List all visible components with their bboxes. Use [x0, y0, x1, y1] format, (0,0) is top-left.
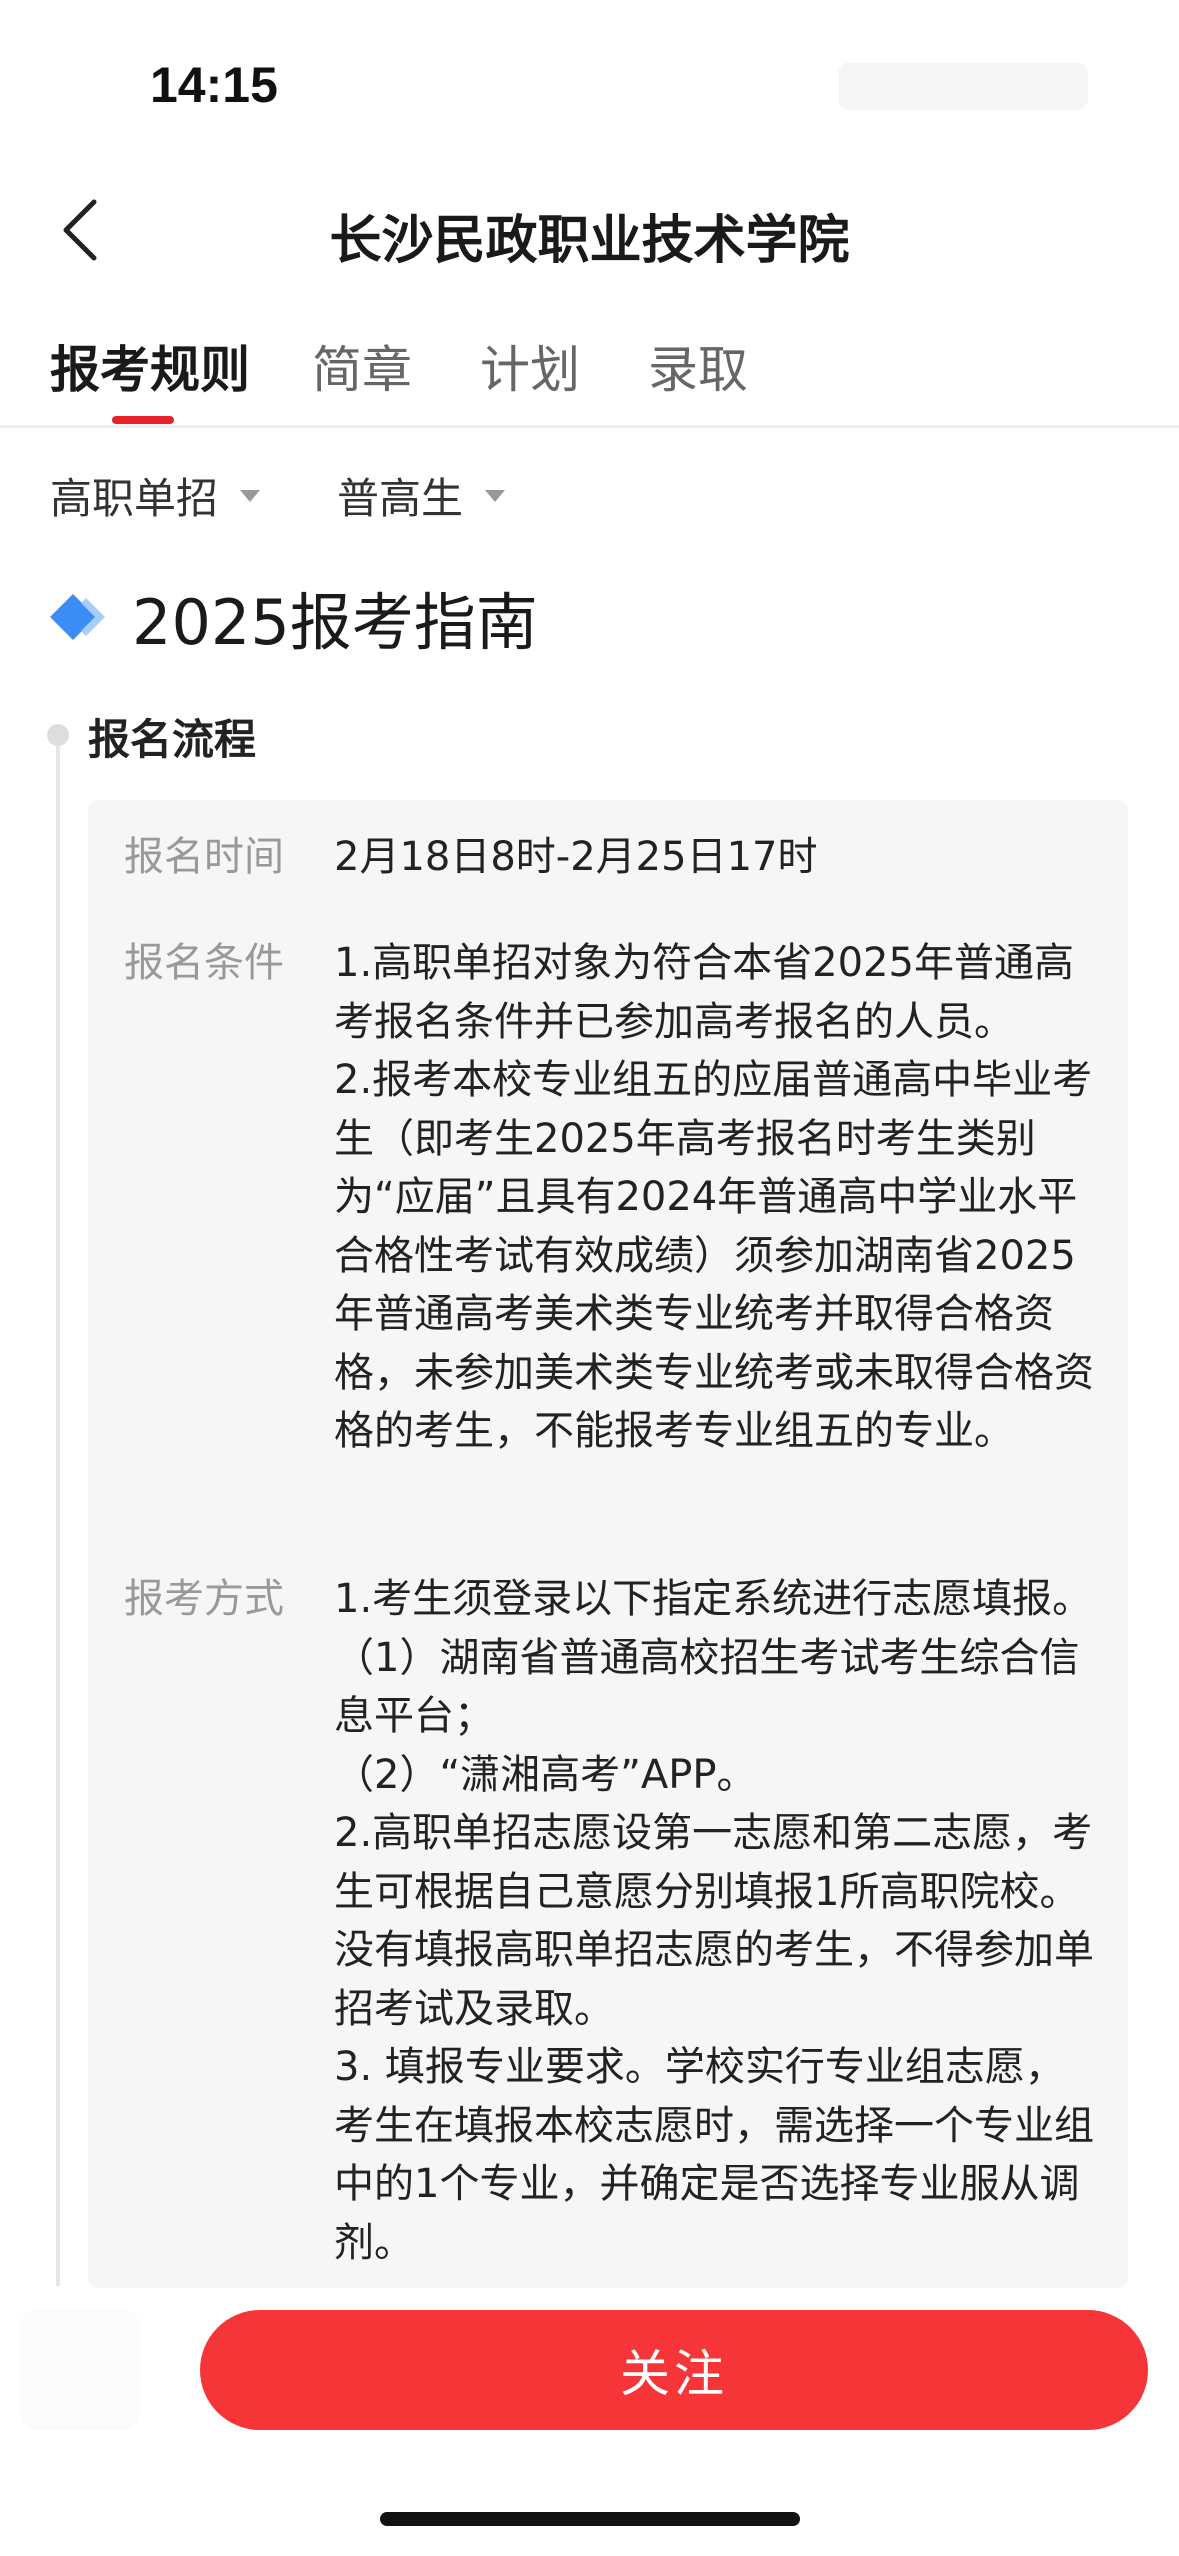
page-title: 长沙民政职业技术学院 — [329, 211, 850, 271]
tab-admission[interactable]: 录取 — [648, 330, 748, 402]
bottom-left-placeholder — [20, 2310, 140, 2430]
row-value: 1.考生须登录以下指定系统进行志愿填报。 （1）湖南省普通高校招生考试考生综合信… — [334, 1576, 1094, 2266]
info-card: 报名时间 2月18日8时-2月25日17时 报名条件 1.高职单招对象为符合本省… — [88, 800, 1128, 2288]
tab-divider — [0, 425, 1179, 428]
status-time: 14:15 — [150, 57, 278, 113]
active-tab-indicator — [112, 416, 174, 424]
timeline-dot — [47, 724, 69, 746]
tab-plan[interactable]: 计划 — [480, 330, 580, 402]
guide-title: 2025报考指南 — [132, 586, 538, 659]
follow-button[interactable]: 关注 — [200, 2310, 1148, 2430]
timeline-line — [56, 746, 60, 2286]
tab-bar: 报考规则 简章 计划 录取 — [0, 320, 1179, 430]
section-title: 报名流程 — [88, 715, 257, 764]
nav-bar: 长沙民政职业技术学院 — [0, 170, 1179, 290]
caret-down-icon — [240, 489, 261, 502]
row-value: 2月18日8时-2月25日17时 — [334, 834, 818, 880]
tab-rules[interactable]: 报考规则 — [50, 330, 250, 402]
row-value: 1.高职单招对象为符合本省2025年普通高考报名条件并已参加高考报名的人员。 2… — [334, 940, 1094, 1454]
home-indicator — [380, 2512, 800, 2526]
status-icons — [838, 62, 1088, 110]
filter-admission-type[interactable]: 高职单招 — [50, 465, 261, 526]
status-bar: 14:15 — [0, 0, 1179, 150]
filter-student-type[interactable]: 普高生 — [337, 465, 506, 526]
tab-brochure[interactable]: 简章 — [312, 330, 412, 402]
diamond-icon — [50, 594, 105, 640]
guide-heading: 2025报考指南 — [48, 572, 538, 662]
caret-down-icon — [485, 489, 506, 502]
filter-label: 普高生 — [337, 474, 464, 523]
filter-label: 高职单招 — [50, 474, 219, 523]
filter-bar: 高职单招 普高生 — [0, 465, 1179, 535]
row-label: 报名条件 — [124, 940, 284, 986]
row-label: 报名时间 — [124, 834, 284, 880]
row-label: 报考方式 — [124, 1576, 284, 1622]
